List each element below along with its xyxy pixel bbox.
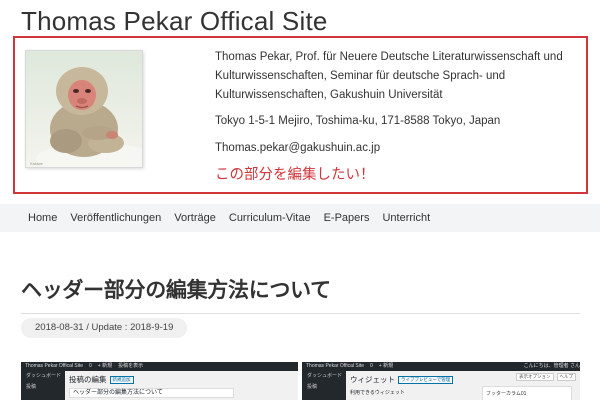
admin-bar-site: Thomas Pekar Offical Site [25, 363, 83, 369]
nav-item-unterricht[interactable]: Unterricht [382, 212, 430, 224]
admin-bar: Thomas Pekar Offical Site 0 + 新規 こんにちは、管… [302, 362, 580, 371]
admin-menu-dashboard: ダッシュボード [307, 373, 343, 379]
post-date-badge: 2018-08-31 / Update : 2018-9-19 [21, 318, 188, 338]
editable-header-area: Kakiwe Thomas Pekar, Prof. für Neuere De… [13, 36, 588, 194]
edit-note: この部分を編集したい！ [215, 167, 375, 183]
editor-heading: 投稿の編集 [69, 375, 107, 384]
admin-menu-posts: 投稿 [307, 384, 318, 390]
main-nav: Home Veröffentlichungen Vorträge Curricu… [0, 204, 600, 232]
admin-bar-new: + 新規 [378, 363, 394, 369]
monkey-photo: Kakiwe [25, 50, 143, 168]
post-title-field: ヘッダー部分の編集方法について [69, 388, 234, 398]
address-text: Tokyo 1-5-1 Mejiro, Toshima-ku, 171-8588… [215, 115, 501, 127]
nav-item-vortraege[interactable]: Vorträge [174, 212, 216, 224]
post-title: ヘッダー部分の編集方法について [21, 278, 331, 302]
add-new-badge: 新規追加 [109, 376, 134, 385]
admin-bar-comments: 0 [89, 363, 92, 369]
contact-info: Thomas Pekar, Prof. für Neuere Deutsche … [215, 48, 580, 166]
admin-menu-posts: 投稿 [26, 384, 37, 390]
nav-item-veroeffentlichungen[interactable]: Veröffentlichungen [70, 212, 161, 224]
admin-bar: Thomas Pekar Offical Site 0 + 新規 投稿を表示 [21, 362, 298, 371]
admin-bar-site: Thomas Pekar Offical Site [306, 363, 364, 369]
nav-item-curriculum-vitae[interactable]: Curriculum-Vitae [229, 212, 311, 224]
admin-sidebar: ダッシュボード 投稿 [21, 371, 65, 400]
admin-sidebar: ダッシュボード 投稿 [302, 371, 346, 400]
editor-screenshot: Thomas Pekar Offical Site 0 + 新規 投稿を表示 ダ… [21, 362, 298, 400]
widgets-heading: ウィジェット [350, 375, 395, 384]
affiliation-text: Thomas Pekar, Prof. für Neuere Deutsche … [215, 51, 563, 101]
admin-bar-greeting: こんにちは、管理者 さん [523, 363, 580, 369]
admin-menu-dashboard: ダッシュボード [26, 373, 62, 379]
nav-item-e-papers[interactable]: E-Papers [324, 212, 370, 224]
widgets-screenshot: Thomas Pekar Offical Site 0 + 新規 こんにちは、管… [302, 362, 580, 400]
admin-bar-new: + 新規 [97, 363, 113, 369]
title-divider [21, 313, 580, 314]
nav-item-home[interactable]: Home [28, 212, 57, 224]
admin-bar-comments: 0 [370, 363, 373, 369]
footer-column-panel: フッターカラム01 [482, 386, 572, 400]
editor-content: 投稿の編集 新規追加 ヘッダー部分の編集方法について [69, 374, 298, 398]
site-title[interactable]: Thomas Pekar Offical Site [21, 6, 328, 37]
email-link[interactable]: Thomas.pekar@gakushuin.ac.jp [215, 139, 580, 158]
live-preview-badge: ライブプレビューで管理 [398, 376, 454, 385]
svg-text:Kakiwe: Kakiwe [30, 161, 44, 166]
footer-column-label: フッターカラム01 [486, 391, 527, 397]
admin-bar-view-post: 投稿を表示 [118, 363, 144, 369]
